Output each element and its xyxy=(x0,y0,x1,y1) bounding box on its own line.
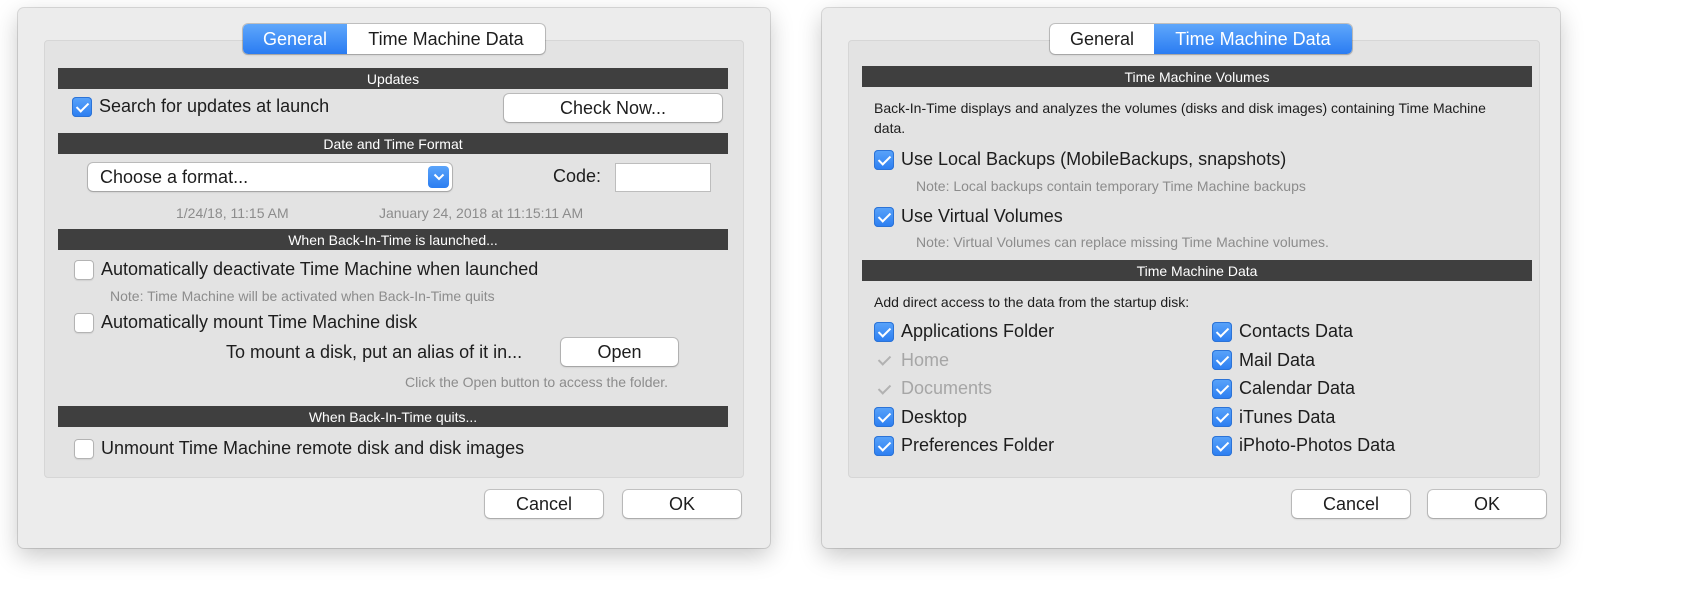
ok-button[interactable]: OK xyxy=(623,490,741,518)
data-option-preferences-folder[interactable]: Preferences Folder xyxy=(874,435,1054,456)
iphoto-photos-data-checkbox[interactable] xyxy=(1212,435,1232,456)
iphoto-photos-data-label: iPhoto-Photos Data xyxy=(1239,435,1396,455)
long-date-example: January 24, 2018 at 11:15:11 AM xyxy=(379,205,584,221)
quit-header: When Back-In-Time quits... xyxy=(58,406,728,427)
desktop-checkbox[interactable] xyxy=(874,407,894,427)
itunes-data-label: iTunes Data xyxy=(1239,406,1336,427)
mount-checkbox[interactable] xyxy=(74,312,94,333)
data-option-home: Home xyxy=(874,350,949,371)
chevron-down-icon xyxy=(428,166,449,188)
mail-data-checkbox[interactable] xyxy=(1212,350,1232,370)
search-updates-option[interactable]: Search for updates at launch xyxy=(72,96,329,117)
local-backups-checkbox[interactable] xyxy=(874,149,894,170)
unmount-label: Unmount Time Machine remote disk and dis… xyxy=(101,438,525,458)
local-backups-label: Use Local Backups (MobileBackups, snapsh… xyxy=(901,149,1287,169)
open-button[interactable]: Open xyxy=(561,338,678,366)
data-option-iphoto-photos-data[interactable]: iPhoto-Photos Data xyxy=(1212,435,1395,456)
format-select[interactable]: Choose a format... xyxy=(88,163,452,191)
data-option-calendar-data[interactable]: Calendar Data xyxy=(1212,378,1355,399)
itunes-data-checkbox[interactable] xyxy=(1212,407,1232,427)
code-label: Code: xyxy=(553,166,602,186)
tab-control: General Time Machine Data xyxy=(243,24,545,54)
calendar-data-label: Calendar Data xyxy=(1239,378,1356,398)
format-select-value: Choose a format... xyxy=(100,166,249,187)
launch-header: When Back-In-Time is launched... xyxy=(58,229,728,250)
tab-general[interactable]: General xyxy=(1050,24,1154,54)
check-now-button[interactable]: Check Now... xyxy=(504,94,722,122)
cancel-button[interactable]: Cancel xyxy=(485,490,603,518)
preferences-folder-checkbox[interactable] xyxy=(874,435,894,456)
search-updates-label: Search for updates at launch xyxy=(99,96,330,116)
data-option-desktop[interactable]: Desktop xyxy=(874,407,967,428)
mount-option[interactable]: Automatically mount Time Machine disk xyxy=(74,312,417,333)
local-backups-option[interactable]: Use Local Backups (MobileBackups, snapsh… xyxy=(874,149,1286,170)
alias-instruction: To mount a disk, put an alias of it in..… xyxy=(226,342,523,362)
tab-time-machine-data[interactable]: Time Machine Data xyxy=(347,24,545,54)
local-backups-note: Note: Local backups contain temporary Ti… xyxy=(916,178,1306,194)
data-option-contacts-data[interactable]: Contacts Data xyxy=(1212,321,1353,342)
virtual-volumes-checkbox[interactable] xyxy=(874,206,894,227)
tab-time-machine-data[interactable]: Time Machine Data xyxy=(1154,24,1352,54)
short-date-example: 1/24/18, 11:15 AM xyxy=(176,205,289,221)
mail-data-label: Mail Data xyxy=(1239,349,1316,370)
preferences-dialog-general: General Time Machine Data Updates Search… xyxy=(18,8,770,548)
tab-general[interactable]: General xyxy=(243,24,347,54)
data-option-documents: Documents xyxy=(874,378,992,399)
applications-folder-label: Applications Folder xyxy=(901,321,1055,341)
data-intro: Add direct access to the data from the s… xyxy=(874,294,1190,310)
tab-control: General Time Machine Data xyxy=(1050,24,1352,54)
documents-label: Documents xyxy=(901,378,993,398)
virtual-volumes-note: Note: Virtual Volumes can replace missin… xyxy=(916,234,1329,250)
data-header: Time Machine Data xyxy=(862,260,1532,281)
home-label: Home xyxy=(901,349,950,370)
data-option-applications-folder[interactable]: Applications Folder xyxy=(874,321,1054,342)
deactivate-label: Automatically deactivate Time Machine wh… xyxy=(101,259,539,279)
applications-folder-checkbox[interactable] xyxy=(874,321,894,342)
search-updates-checkbox[interactable] xyxy=(72,96,92,117)
virtual-volumes-label: Use Virtual Volumes xyxy=(901,206,1063,226)
deactivate-option[interactable]: Automatically deactivate Time Machine wh… xyxy=(74,259,538,280)
documents-checkbox xyxy=(874,379,894,399)
preferences-folder-label: Preferences Folder xyxy=(901,435,1055,455)
virtual-volumes-option[interactable]: Use Virtual Volumes xyxy=(874,206,1063,227)
volumes-header: Time Machine Volumes xyxy=(862,66,1532,87)
deactivate-note: Note: Time Machine will be activated whe… xyxy=(110,288,495,304)
home-checkbox xyxy=(874,350,894,370)
updates-header: Updates xyxy=(58,68,728,89)
unmount-option[interactable]: Unmount Time Machine remote disk and dis… xyxy=(74,438,524,459)
desktop-label: Desktop xyxy=(901,406,968,427)
mount-label: Automatically mount Time Machine disk xyxy=(101,312,418,332)
unmount-checkbox[interactable] xyxy=(74,438,94,459)
open-note: Click the Open button to access the fold… xyxy=(405,374,669,390)
calendar-data-checkbox[interactable] xyxy=(1212,378,1232,399)
deactivate-checkbox[interactable] xyxy=(74,259,94,280)
date-time-format-header: Date and Time Format xyxy=(58,133,728,154)
contacts-data-label: Contacts Data xyxy=(1239,321,1354,341)
volumes-description: Back-In-Time displays and analyzes the v… xyxy=(874,100,1486,136)
code-field[interactable] xyxy=(615,163,711,192)
cancel-button[interactable]: Cancel xyxy=(1292,490,1410,518)
preferences-dialog-time-machine-data: General Time Machine Data Time Machine V… xyxy=(822,8,1560,548)
data-option-mail-data[interactable]: Mail Data xyxy=(1212,350,1315,371)
data-option-itunes-data[interactable]: iTunes Data xyxy=(1212,407,1335,428)
contacts-data-checkbox[interactable] xyxy=(1212,321,1232,342)
ok-button[interactable]: OK xyxy=(1428,490,1546,518)
